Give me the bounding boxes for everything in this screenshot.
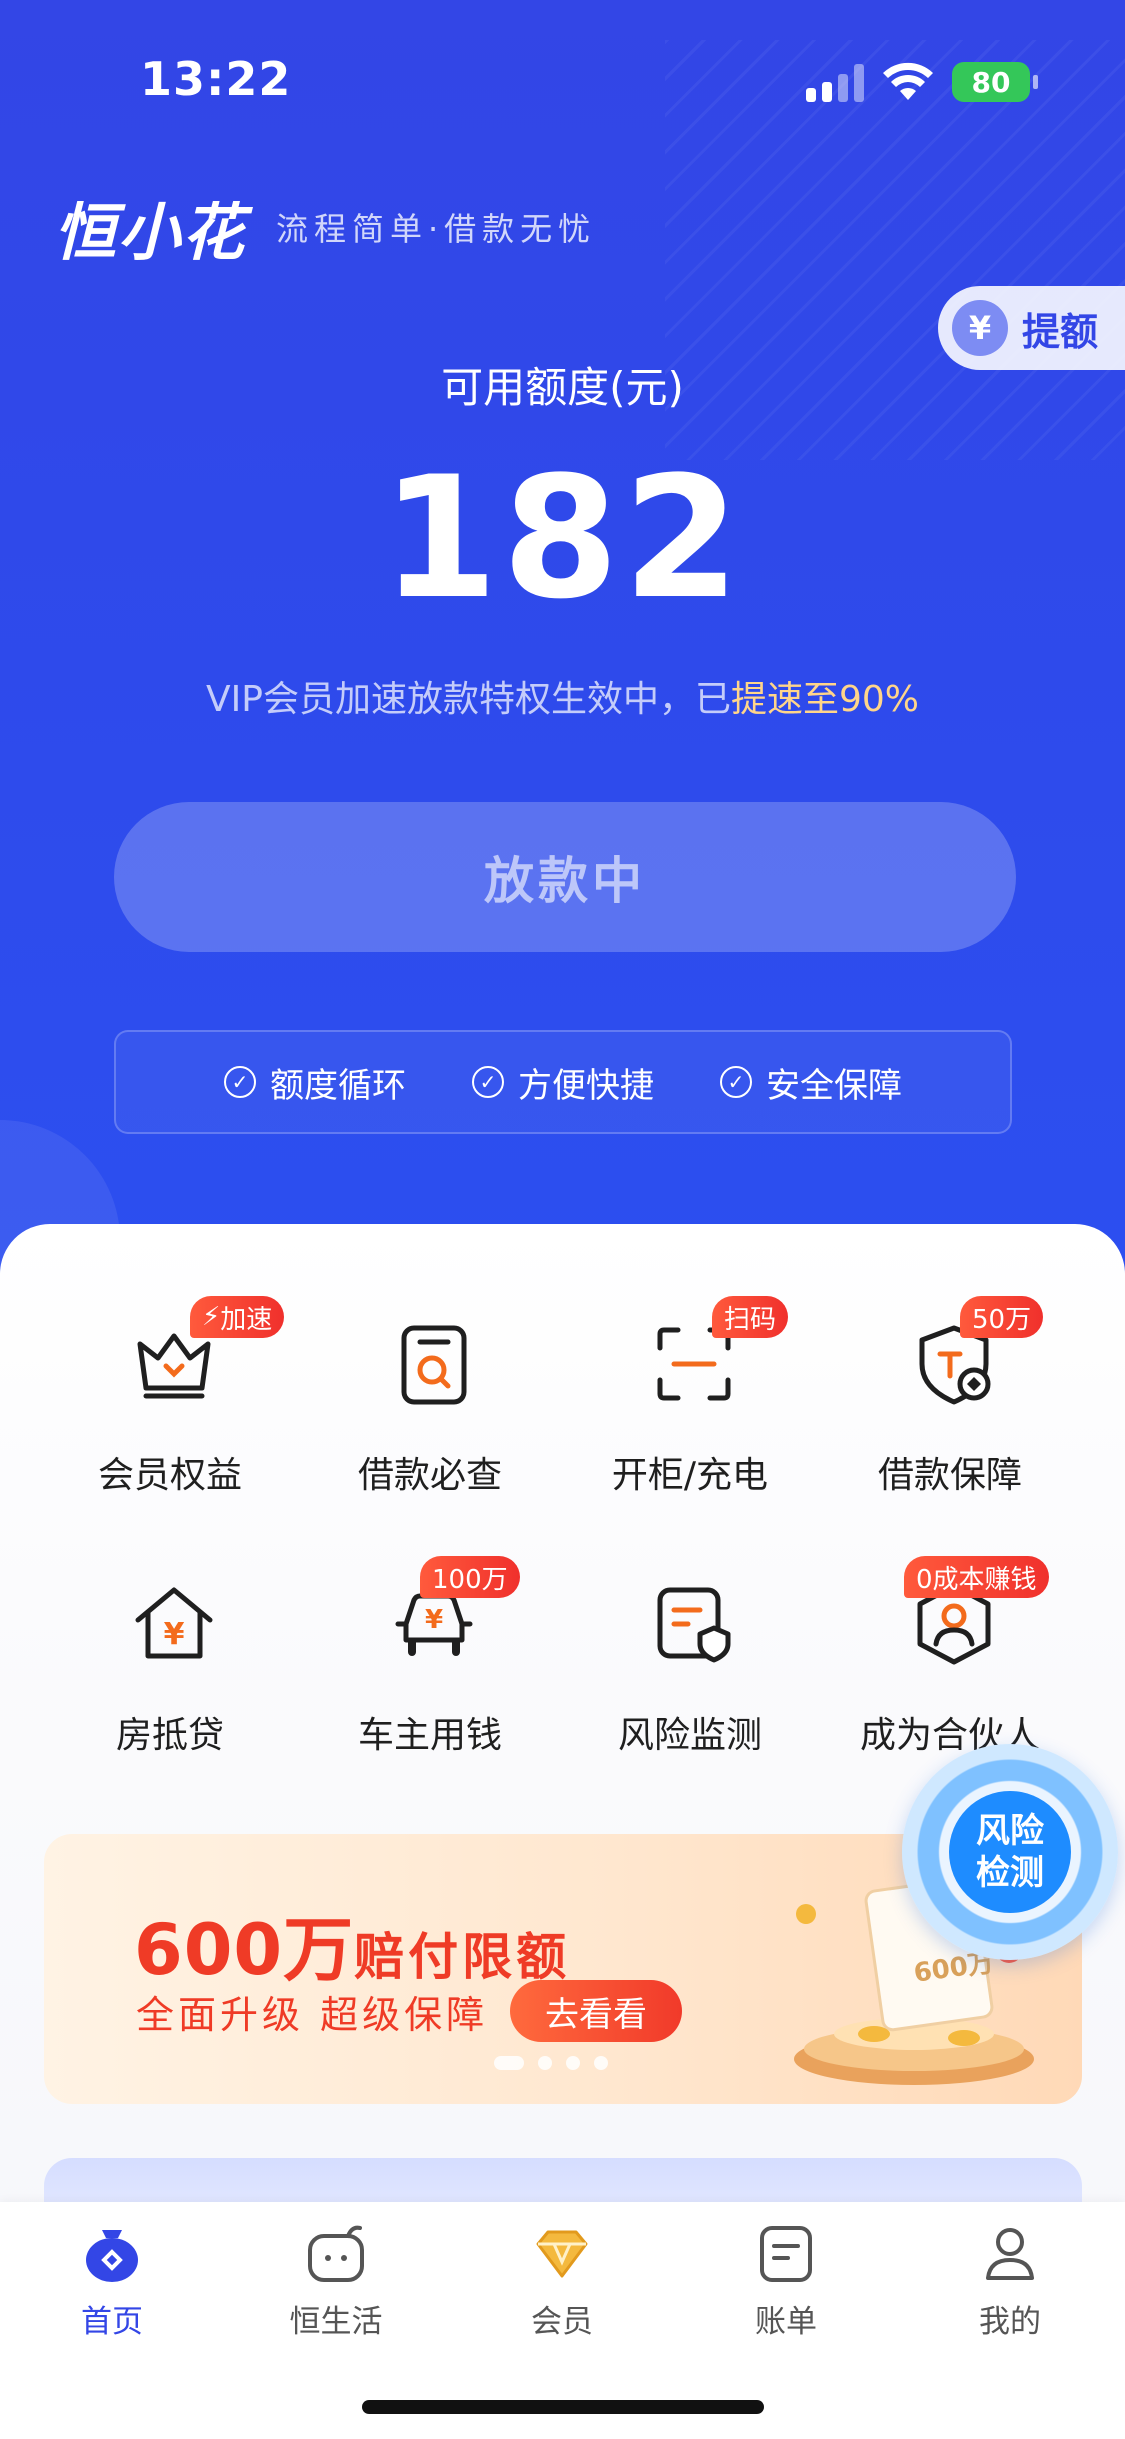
status-bar: 13:22 80 (0, 0, 1125, 160)
feature-item: ✓ 额度循环 (224, 1058, 406, 1107)
banner-pagination (494, 2056, 608, 2070)
pagination-dot-active (494, 2056, 524, 2070)
pagination-dot (566, 2056, 580, 2070)
available-credit-amount: 182 (381, 440, 744, 636)
wifi-icon (883, 62, 933, 100)
feature-item: ✓ 方便快捷 (472, 1058, 654, 1107)
tab-home[interactable]: 首页 (22, 2222, 202, 2341)
banner-subtitle: 全面升级 超级保障 (136, 1993, 489, 2037)
vip-note-text: VIP会员加速放款特权生效中，已 (206, 679, 731, 720)
search-document-icon (401, 1325, 467, 1405)
house-yen-icon: ¥ (135, 1587, 213, 1659)
svg-text:¥: ¥ (425, 1605, 443, 1635)
profile-icon (986, 2228, 1034, 2280)
vip-speedup-note: VIP会员加速放款特权生效中，已提速至90% (0, 670, 1125, 722)
cellular-signal-icon (806, 64, 864, 102)
service-label: 风险监测 (617, 1715, 762, 1756)
service-member-benefits[interactable]: ⚡ 加速 会员权益 (40, 1280, 300, 1540)
tab-label: 账单 (755, 2304, 817, 2340)
app-logo: 恒小花 (54, 196, 247, 269)
feature-label: 安全保障 (766, 1065, 902, 1106)
service-loan-protection[interactable]: 50万 借款保障 (820, 1280, 1080, 1540)
home-indicator[interactable] (362, 2400, 764, 2414)
pagination-dot (594, 2056, 608, 2070)
feature-item: ✓ 安全保障 (720, 1058, 902, 1107)
check-circle-icon: ✓ (224, 1066, 256, 1098)
risk-check-label: 风险 检测 (949, 1791, 1071, 1913)
diamond-icon (536, 2230, 588, 2278)
available-credit-label: 可用额度(元) (441, 363, 684, 412)
bill-icon (760, 2226, 812, 2282)
life-icon (308, 2225, 364, 2282)
tag-badge: 50万 (960, 1296, 1044, 1338)
service-label: 会员权益 (97, 1455, 242, 1496)
service-label: 车主用钱 (357, 1715, 502, 1756)
service-label: 房抵贷 (115, 1715, 224, 1756)
check-circle-icon: ✓ (720, 1066, 752, 1098)
service-scan-charge[interactable]: 扫码 开柜/充电 (560, 1280, 820, 1540)
home-icon (86, 2230, 138, 2282)
app-slogan: 流程简单·借款无忧 (276, 210, 597, 248)
features-bar: ✓ 额度循环 ✓ 方便快捷 ✓ 安全保障 (114, 1030, 1012, 1134)
tag-badge: 100万 (420, 1556, 520, 1598)
tag-badge: 扫码 (712, 1296, 789, 1338)
check-circle-icon: ✓ (472, 1066, 504, 1098)
service-mortgage-loan[interactable]: ¥ 房抵贷 (40, 1540, 300, 1800)
banner-title-number: 600万 (134, 1909, 355, 1991)
status-time: 13:22 (140, 52, 292, 106)
vip-note-highlight: 提速至90% (730, 679, 919, 720)
yen-icon: ¥ (952, 300, 1008, 356)
battery-indicator: 80 (952, 62, 1038, 102)
raise-limit-label: 提额 (1022, 309, 1099, 354)
tab-label: 首页 (81, 2304, 143, 2340)
banner-title-text: 赔付限额 (354, 1928, 571, 1986)
tab-label: 恒生活 (289, 2304, 383, 2340)
service-label: 借款保障 (877, 1455, 1022, 1496)
banner-cta-button[interactable]: 去看看 (510, 1980, 682, 2042)
tab-life[interactable]: 恒生活 (246, 2222, 426, 2341)
feature-label: 额度循环 (270, 1065, 406, 1106)
battery-level: 80 (971, 65, 1011, 99)
tab-member[interactable]: 会员 (472, 2222, 652, 2341)
feature-label: 方便快捷 (518, 1065, 654, 1106)
tab-label: 我的 (979, 2304, 1041, 2340)
service-grid: ⚡ 加速 会员权益 借款必查 扫码 开柜/充电 50万 借款保障 ¥ 房抵贷 ¥… (0, 1280, 1125, 1800)
service-car-owner-loan[interactable]: ¥ 100万 车主用钱 (300, 1540, 560, 1800)
svg-text:¥: ¥ (164, 1617, 185, 1652)
tab-bill[interactable]: 账单 (696, 2222, 876, 2341)
tab-profile[interactable]: 我的 (920, 2222, 1100, 2341)
tag-badge: ⚡ 加速 (190, 1296, 285, 1338)
service-loan-check[interactable]: 借款必查 (300, 1280, 560, 1540)
service-label: 开柜/充电 (611, 1455, 769, 1496)
service-label: 借款必查 (357, 1455, 502, 1496)
risk-check-float-button[interactable]: 风险 检测 (902, 1744, 1118, 1960)
tag-badge: 0成本赚钱 (904, 1556, 1049, 1598)
pagination-dot (538, 2056, 552, 2070)
risk-monitor-icon (657, 1587, 731, 1663)
banner-title: 600万赔付限额 (134, 1894, 570, 1995)
tab-label: 会员 (531, 2304, 593, 2340)
service-risk-monitor[interactable]: 风险监测 (560, 1540, 820, 1800)
loan-status-button[interactable]: 放款中 (114, 802, 1016, 952)
